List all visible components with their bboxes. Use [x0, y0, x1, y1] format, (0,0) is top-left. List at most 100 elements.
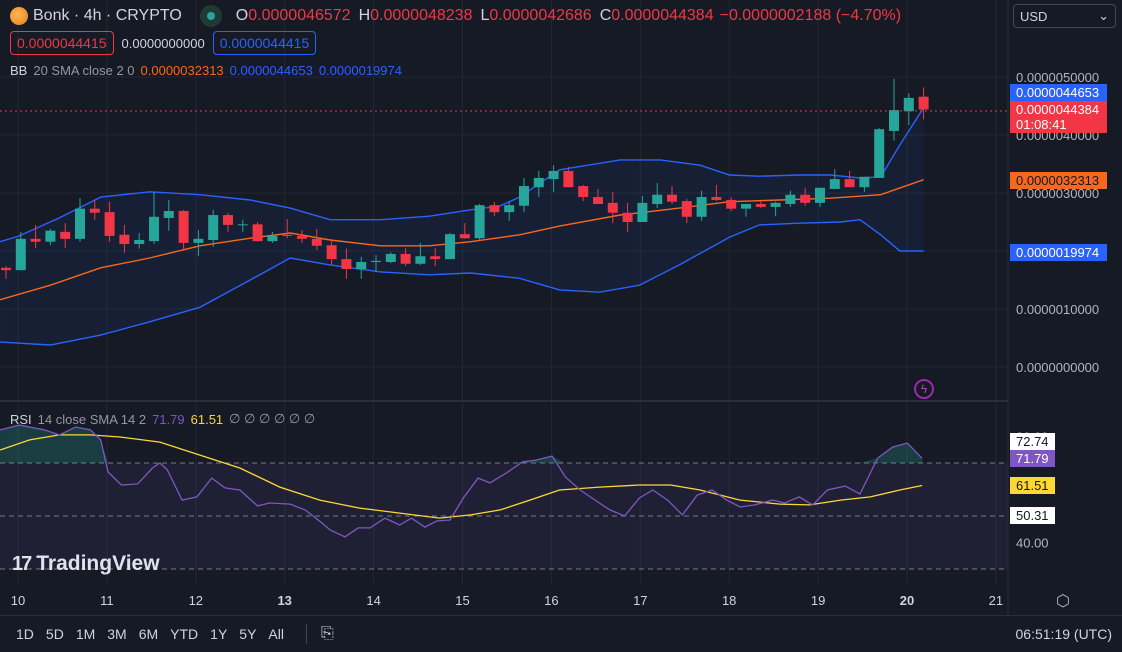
bar-countdown: 01:08:41	[1016, 117, 1067, 132]
time-tick-label: 10	[11, 593, 25, 608]
range-3m[interactable]: 3M	[107, 626, 126, 642]
bb-params: 20 SMA close 2 0	[33, 63, 135, 78]
range-1y[interactable]: 1Y	[210, 626, 227, 642]
candle-body	[134, 239, 145, 245]
candle[interactable]	[889, 78, 899, 141]
range-6m[interactable]: 6M	[139, 626, 158, 642]
candle-body	[89, 208, 100, 213]
price-tick-label: 0.0000010000	[1016, 302, 1099, 317]
price-tick-label: 0.0000050000	[1016, 70, 1099, 85]
candle-body	[578, 186, 589, 198]
candle-body	[563, 170, 574, 188]
range-all[interactable]: All	[268, 626, 284, 642]
time-tick-label: 16	[544, 593, 558, 608]
candle-body	[489, 205, 500, 213]
settings-icon[interactable]: ⬡	[1056, 591, 1070, 611]
rsi-value: 71.79	[152, 411, 185, 427]
candle-body	[252, 224, 263, 242]
candle-body	[474, 205, 485, 239]
bottom-toolbar: 1D 5D 1M 3M 6M YTD 1Y 5Y All ⎘ 06:51:19 (UTC)	[0, 615, 1122, 652]
rsi-name: RSI	[10, 411, 32, 427]
candle-body	[519, 186, 529, 206]
tradingview-logo-icon: 17	[12, 552, 32, 575]
candle[interactable]	[844, 170, 855, 188]
time-tick-label: 15	[455, 593, 469, 608]
chevron-down-icon: ⌄	[1098, 8, 1109, 23]
symbol-title[interactable]: Bonk · 4h · CRYPTO	[33, 7, 182, 25]
sell-button[interactable]: 0.0000044415	[10, 31, 114, 55]
rsi-legend[interactable]: RSI 14 close SMA 14 2 71.79 61.51 ∅ ∅ ∅ …	[10, 411, 321, 427]
range-5d[interactable]: 5D	[46, 626, 64, 642]
lightning-icon[interactable]: ϟ	[914, 379, 934, 399]
candle-body	[726, 199, 737, 209]
candle-body	[533, 177, 544, 188]
candle-body	[889, 110, 899, 131]
range-5y[interactable]: 5Y	[239, 626, 256, 642]
rsi-ma-tag: 61.51	[1010, 477, 1055, 494]
candle-body	[163, 210, 174, 218]
candle[interactable]	[903, 93, 914, 126]
candle[interactable]	[474, 204, 485, 240]
candle-body	[267, 235, 278, 242]
candle-body	[385, 253, 396, 263]
candle-body	[711, 197, 722, 200]
spread-value: 0.0000000000	[121, 35, 205, 51]
rsi-pane	[0, 424, 1008, 570]
candle-body	[30, 238, 41, 242]
candle[interactable]	[874, 128, 885, 178]
candle-body	[681, 201, 692, 217]
candle-body	[918, 96, 929, 110]
buy-button[interactable]: 0.0000044415	[212, 31, 317, 55]
time-tick-label: 19	[811, 593, 825, 608]
range-ytd[interactable]: YTD	[170, 626, 198, 642]
toolbar-divider	[305, 624, 307, 644]
chart-canvas[interactable]: 0.00000500000.00000400000.00000300000.00…	[0, 0, 1122, 652]
candle-body	[755, 204, 766, 207]
rsi-params: 14 close SMA 14 2	[37, 411, 147, 427]
bb-basis-tag: 0.0000032313	[1010, 172, 1107, 189]
rsi-tag-1: 72.74	[1010, 433, 1055, 450]
candle-body	[859, 176, 870, 188]
rsi-ma-value: 61.51	[190, 411, 224, 427]
candle-body	[696, 197, 707, 217]
time-tick-label: 12	[189, 593, 203, 608]
candle-body	[400, 253, 411, 264]
market-status-icon[interactable]	[199, 5, 222, 27]
candle-body	[770, 202, 781, 207]
candle-body	[815, 187, 825, 203]
trade-buttons: 0.0000044415 0.0000000000 0.0000044415	[10, 31, 317, 55]
candle[interactable]	[252, 222, 263, 242]
date-range-icon[interactable]: ⎘	[321, 625, 334, 643]
tradingview-watermark[interactable]: 17 TradingView	[12, 552, 160, 576]
candle-body	[60, 231, 71, 239]
candle-body	[311, 238, 322, 246]
candle-body	[637, 202, 648, 222]
rsi-tick-label: 40.00	[1016, 536, 1049, 551]
candle[interactable]	[445, 233, 455, 260]
candle-body	[119, 234, 130, 245]
clock[interactable]: 06:51:19 (UTC)	[1016, 626, 1112, 642]
candle-body	[785, 194, 796, 205]
rsi-tag-4: 50.31	[1010, 507, 1055, 524]
candle-body	[15, 238, 26, 271]
candle-body	[104, 212, 115, 236]
bb-basis-value: 0.0000032313	[140, 63, 224, 78]
bonk-logo-icon	[10, 7, 28, 25]
low-value: 0.0000042686	[489, 7, 592, 24]
open-label: O	[235, 7, 249, 24]
candle-body	[193, 238, 204, 243]
candle[interactable]	[829, 169, 840, 189]
range-1m[interactable]: 1M	[76, 626, 95, 642]
bb-upper-value: 0.0000044653	[229, 63, 313, 78]
currency-select[interactable]: USD ⌄	[1013, 4, 1116, 28]
candle-body	[415, 256, 426, 264]
range-1d[interactable]: 1D	[16, 626, 34, 642]
candle[interactable]	[75, 198, 85, 242]
symbol-legend: Bonk · 4h · CRYPTO O 0.0000046572 H 0.0000…	[10, 5, 901, 27]
candle-body	[178, 210, 189, 243]
candle-body	[829, 179, 840, 189]
high-label: H	[358, 7, 371, 24]
candle-body	[459, 234, 470, 239]
bb-lower-tag: 0.0000019974	[1010, 244, 1107, 261]
bb-legend[interactable]: BB 20 SMA close 2 0 0.0000032313 0.00000…	[10, 63, 408, 78]
